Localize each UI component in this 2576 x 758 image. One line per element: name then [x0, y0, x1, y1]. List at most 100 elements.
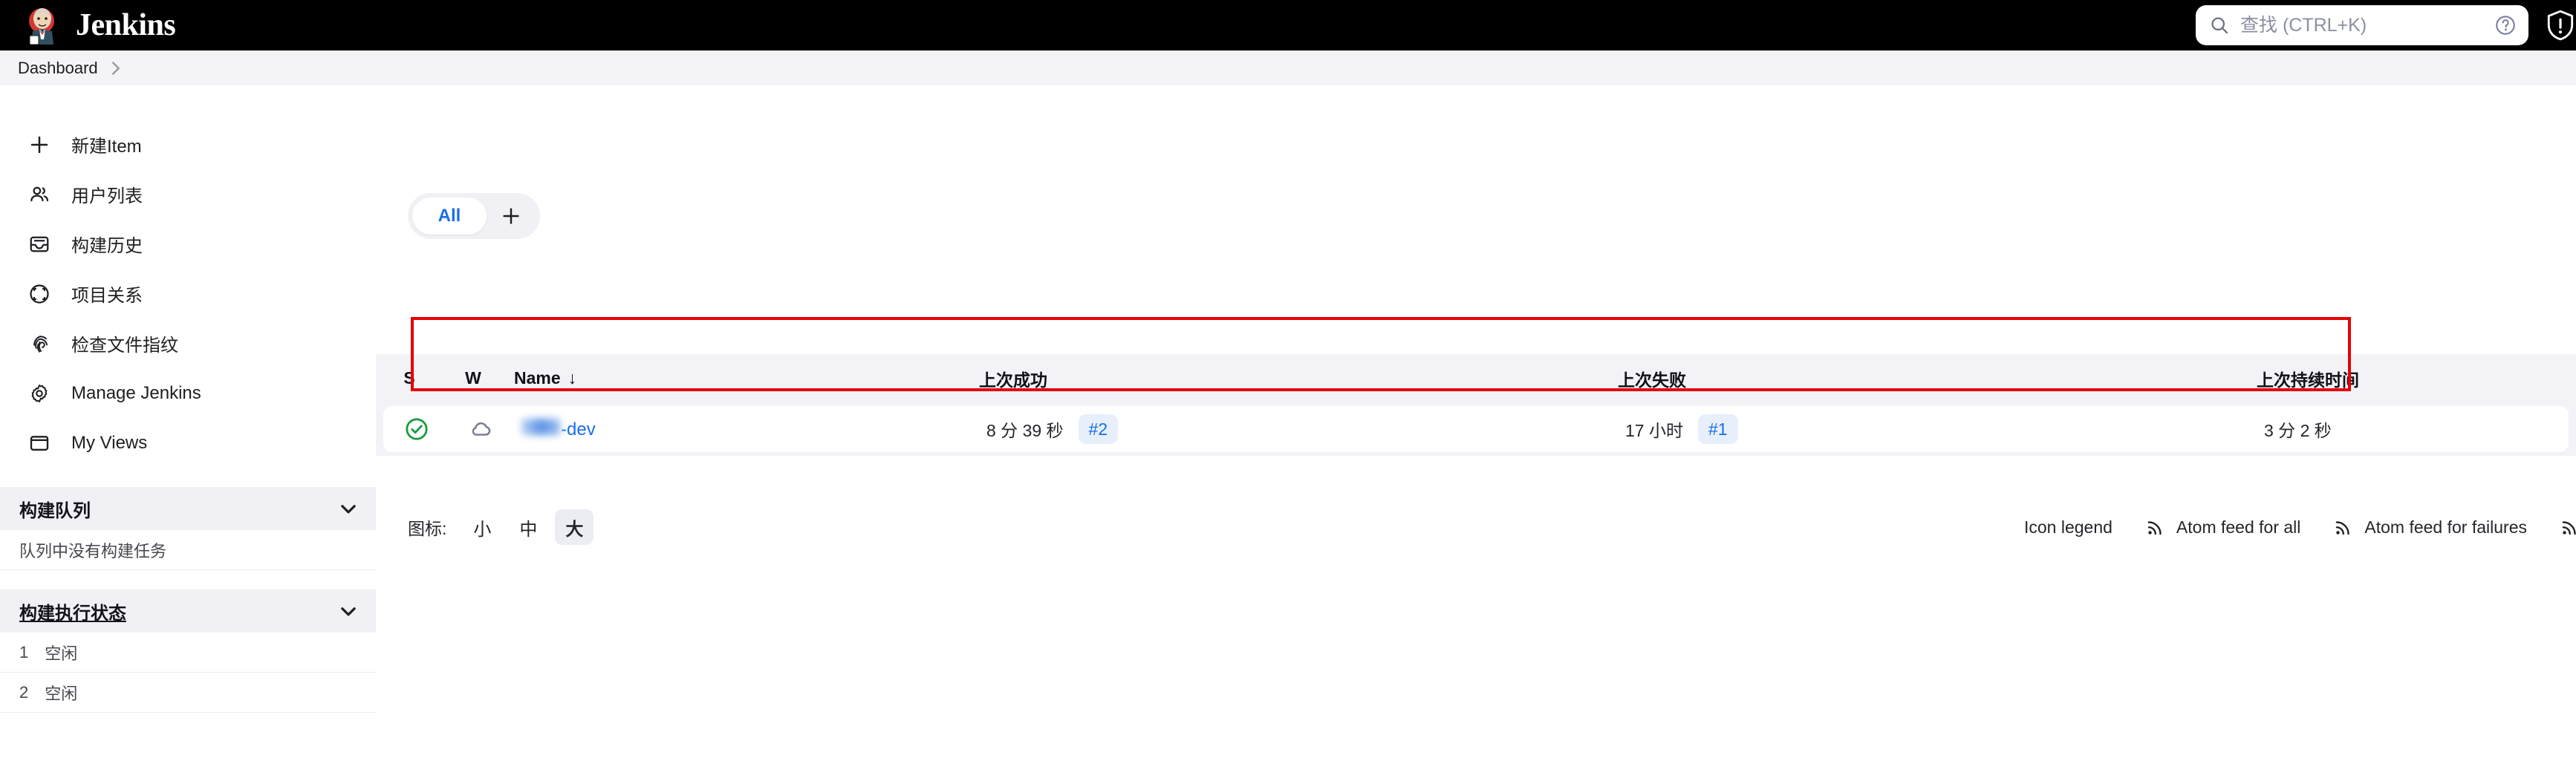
sidebar: 新建Item 用户列表 构建历史 项目关系 检查文件指纹 Manage Jenk…	[0, 85, 376, 758]
inbox-tray-icon	[27, 232, 52, 257]
sidebar-item-label: 新建Item	[71, 137, 142, 157]
build-queue-empty-text: 队列中没有构建任务	[19, 541, 167, 561]
jobs-table-body: -dev 8 分 39 秒 #2 17 小时 #1 3 分 2 秒	[376, 402, 2576, 456]
sidebar-item-fingerprint-check[interactable]: 检查文件指纹	[0, 318, 376, 368]
executor-status-header[interactable]: 构建执行状态	[0, 589, 376, 633]
cell-last-duration: 3 分 2 秒	[2264, 416, 2569, 442]
cell-job-name: -dev	[511, 418, 986, 440]
executor-status-body: 1 空闲 2 空闲	[0, 633, 376, 713]
sidebar-item-label: Manage Jenkins	[71, 382, 201, 403]
column-header-name[interactable]: Name	[514, 368, 561, 388]
atom-feed-all-label: Atom feed for all	[2176, 517, 2301, 537]
job-name-suffix: -dev	[561, 419, 596, 440]
last-duration-value: 3 分 2 秒	[2264, 421, 2332, 440]
view-tab-bar: All	[408, 193, 540, 239]
breadcrumb: Dashboard	[0, 50, 2576, 85]
icon-size-selector: 图标: 小 中 大	[408, 509, 601, 545]
people-icon	[27, 182, 52, 207]
build-queue-title: 构建队列	[19, 500, 91, 521]
icon-size-label: 图标:	[408, 519, 447, 538]
executor-row: 2 空闲	[0, 673, 376, 713]
executor-status-widget: 构建执行状态 1 空闲 2 空闲	[0, 589, 376, 713]
sidebar-item-project-relationship[interactable]: 项目关系	[0, 269, 376, 318]
table-row[interactable]: -dev 8 分 39 秒 #2 17 小时 #1 3 分 2 秒	[383, 406, 2569, 452]
icon-size-medium[interactable]: 中	[509, 509, 547, 545]
chevron-right-icon	[111, 61, 120, 75]
question-mark-circle-icon[interactable]	[2494, 14, 2517, 36]
last-failure-build-link[interactable]: #1	[1697, 414, 1738, 444]
sidebar-item-label: 用户列表	[71, 186, 143, 206]
cell-build-status	[383, 416, 450, 442]
executor-number: 2	[19, 682, 29, 702]
icon-legend-link[interactable]: Icon legend	[2024, 517, 2112, 538]
chevron-down-icon[interactable]	[339, 499, 358, 518]
brand-home-link[interactable]: Jenkins	[25, 6, 176, 45]
window-icon	[27, 431, 52, 456]
column-header-last-failure[interactable]: 上次失败	[1618, 366, 1686, 391]
shield-exclamation-icon[interactable]	[2545, 9, 2576, 42]
icon-size-large[interactable]: 大	[555, 509, 594, 545]
plus-icon	[27, 132, 52, 157]
jobs-table-header: S W Name ↓ 上次成功 上次失败 上次持续时间	[376, 354, 2576, 402]
column-header-weather[interactable]: W	[465, 368, 481, 388]
executor-status-title[interactable]: 构建执行状态	[19, 598, 126, 624]
column-header-last-success[interactable]: 上次成功	[979, 366, 1047, 391]
rss-icon	[2562, 521, 2576, 535]
breadcrumb-item-dashboard[interactable]: Dashboard	[18, 59, 98, 78]
sidebar-item-users[interactable]: 用户列表	[0, 169, 376, 219]
brand-name: Jenkins	[76, 8, 176, 42]
sidebar-item-manage-jenkins[interactable]: Manage Jenkins	[0, 368, 376, 418]
last-success-build-link[interactable]: #2	[1078, 414, 1119, 444]
tab-all[interactable]: All	[412, 197, 487, 235]
app-header: Jenkins 查找 (CTRL+K)	[0, 0, 2576, 50]
main-content: All S W Name ↓ 上次成功 上次失败 上次持续时间 -dev 8 分…	[376, 85, 2576, 758]
sidebar-item-build-history[interactable]: 构建历史	[0, 219, 376, 269]
atom-feed-all-link[interactable]: Atom feed for all	[2145, 517, 2300, 538]
jobs-table: S W Name ↓ 上次成功 上次失败 上次持续时间 -dev 8 分 39 …	[376, 354, 2576, 456]
atom-feed-failures-label: Atom feed for failures	[2364, 517, 2527, 537]
search-input[interactable]: 查找 (CTRL+K)	[2196, 5, 2528, 45]
cell-last-failure: 17 小时 #1	[1625, 414, 2264, 444]
jobs-footer-toolbar: 图标: 小 中 大 Icon legend Atom feed for all	[376, 501, 2576, 553]
add-view-button[interactable]	[487, 197, 536, 235]
plus-icon	[503, 208, 519, 224]
search-icon	[2211, 17, 2228, 34]
build-queue-widget: 构建队列 队列中没有构建任务	[0, 487, 376, 570]
rss-icon	[2336, 521, 2350, 535]
sidebar-item-label: 项目关系	[71, 286, 143, 306]
sort-descending-icon[interactable]: ↓	[568, 368, 577, 388]
sidebar-item-label: 检查文件指纹	[71, 336, 178, 356]
sidebar-item-my-views[interactable]: My Views	[0, 418, 376, 468]
job-name-redacted-prefix	[521, 418, 560, 435]
atom-feed-failures-link[interactable]: Atom feed for failures	[2333, 517, 2527, 538]
fingerprint-icon	[27, 331, 52, 356]
column-header-status[interactable]: S	[403, 368, 414, 388]
weather-cloudy-icon[interactable]	[468, 416, 493, 442]
footer-links: Icon legend Atom feed for all Atom feed …	[2024, 517, 2576, 538]
cell-build-health	[450, 416, 511, 442]
icon-size-small[interactable]: 小	[463, 509, 501, 545]
sidebar-item-new-item[interactable]: 新建Item	[0, 120, 376, 169]
sidebar-item-label: My Views	[71, 432, 148, 453]
last-failure-time: 17 小时	[1625, 421, 1683, 440]
atom-feed-trailing-link[interactable]	[2560, 517, 2576, 538]
sidebar-item-label: 构建历史	[71, 236, 143, 256]
chevron-down-icon[interactable]	[339, 601, 358, 621]
last-success-time: 8 分 39 秒	[986, 421, 1064, 440]
icon-legend-label: Icon legend	[2023, 517, 2112, 537]
column-header-last-duration[interactable]: 上次持续时间	[2257, 366, 2359, 391]
header-actions: 查找 (CTRL+K)	[2196, 5, 2576, 45]
build-queue-empty-message: 队列中没有构建任务	[0, 530, 376, 570]
build-queue-body: 队列中没有构建任务	[0, 530, 376, 570]
executor-row: 1 空闲	[0, 633, 376, 673]
executor-number: 1	[19, 642, 29, 661]
tab-all-label: All	[438, 206, 461, 226]
focus-frame-icon	[27, 281, 52, 307]
build-success-check-icon[interactable]	[404, 416, 429, 442]
executor-state: 空闲	[45, 644, 78, 663]
search-placeholder: 查找 (CTRL+K)	[2240, 14, 2367, 36]
job-name-link[interactable]: -dev	[521, 418, 596, 440]
jenkins-butler-logo-icon	[25, 6, 62, 45]
rss-icon	[2147, 521, 2162, 535]
build-queue-header[interactable]: 构建队列	[0, 487, 376, 530]
